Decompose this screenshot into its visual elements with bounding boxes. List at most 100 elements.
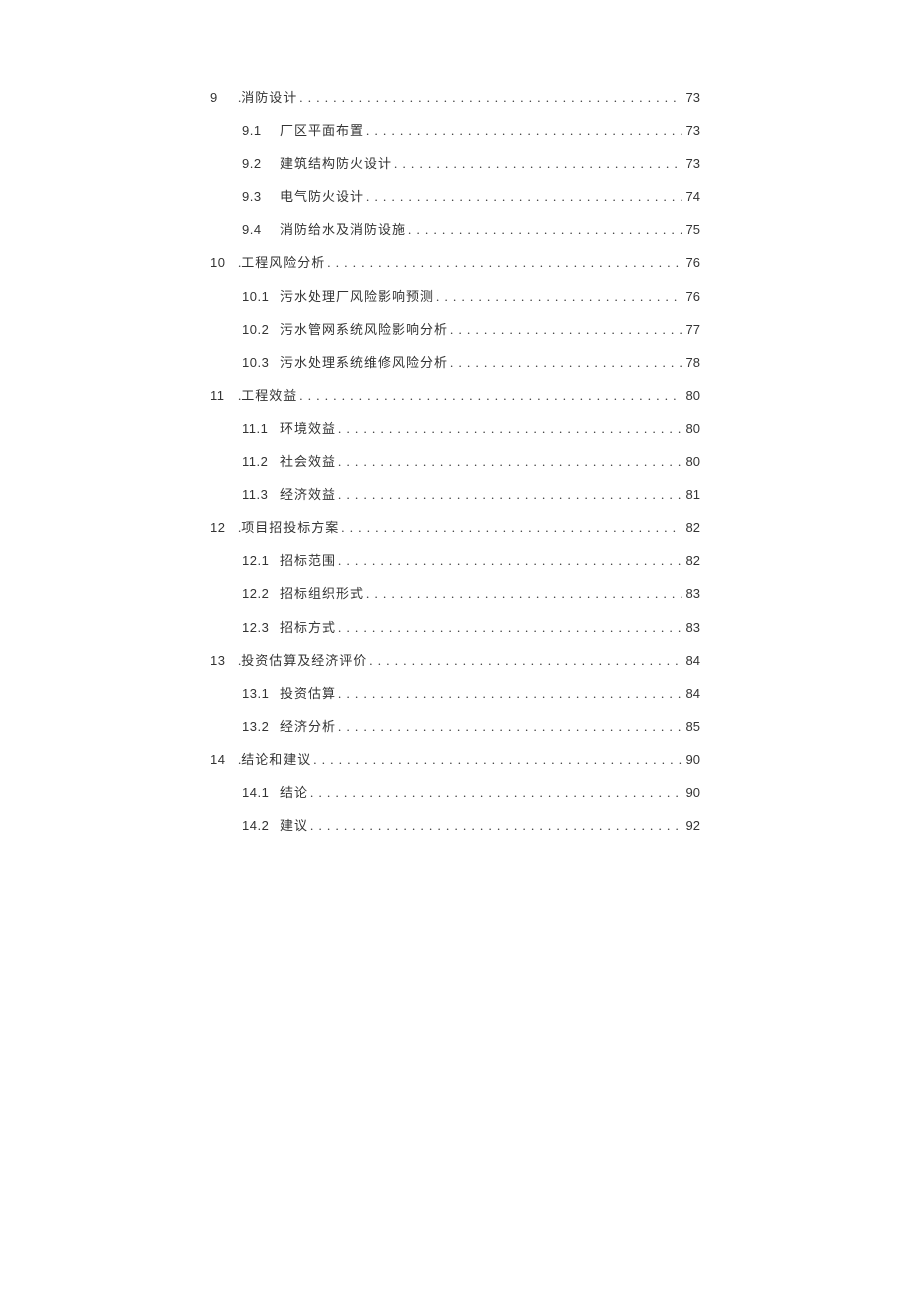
toc-leader-dots [336,421,682,437]
toc-entry-number: 11.3 [242,487,278,503]
toc-entry-title: 建筑结构防火设计 [278,156,392,172]
toc-entry-number: 10.2 [242,322,278,338]
toc-entry: 13.投资估算及经济评价84 [210,653,700,669]
toc-leader-dots [364,189,682,205]
toc-entry-title: 污水管网系统风险影响分析 [278,322,448,338]
toc-entry-page: 80 [682,421,700,437]
toc-entry-title: 建议 [278,818,308,834]
toc-entry-number: 12.2 [242,586,278,602]
toc-entry: 9.1厂区平面布置 73 [210,123,700,139]
toc-entry-page: 84 [682,686,700,702]
toc-entry: 13.1投资估算84 [210,686,700,702]
toc-entry-page: 76 [682,255,700,271]
toc-entry: 9.3电气防火设计74 [210,189,700,205]
toc-entry-page: 76 [682,289,700,305]
toc-entry: 11.1环境效益 80 [210,421,700,437]
toc-entry-page: 73 [682,156,700,172]
toc-leader-dots [434,289,682,305]
toc-entry: 10.工程风险分析76 [210,255,700,271]
toc-entry-page: 80 [682,388,700,404]
toc-entry-page: 90 [682,785,700,801]
toc-entry-number: 9.4 [242,222,278,238]
toc-entry-number: 10.1 [242,289,278,305]
toc-entry-page: 83 [682,620,700,636]
toc-entry: 10.2污水管网系统风险影响分析 77 [210,322,700,338]
toc-entry-page: 84 [682,653,700,669]
toc-entry: 11.工程效益80 [210,388,700,404]
toc-entry-page: 90 [682,752,700,768]
toc-entry-title: 污水处理系统维修风险分析 [278,355,448,371]
toc-leader-dots [448,355,682,371]
toc-entry-title: 结论和建议 [241,752,311,768]
toc-entry-number: 10 [210,255,238,271]
toc-entry-number: 11.1 [242,421,278,437]
toc-entry-title: 结论 [278,785,308,801]
toc-leader-dots [336,487,682,503]
toc-entry-number: 10.3 [242,355,278,371]
toc-leader-dots [311,752,681,768]
toc-entry: 14.1结论 90 [210,785,700,801]
toc-entry-title: 厂区平面布置 [278,123,364,139]
toc-entry: 11.2社会效益80 [210,454,700,470]
toc-entry: 12.1招标范围 82 [210,553,700,569]
toc-leader-dots [336,686,682,702]
toc-entry-number: 14 [210,752,238,768]
toc-entry-number: 12.3 [242,620,278,636]
toc-entry-number: 14.1 [242,785,278,801]
toc-entry-number: 11.2 [242,454,278,470]
toc-entry-title: 消防设计 [241,90,297,106]
toc-entry-number: 9.2 [242,156,278,172]
toc-entry: 10.3污水处理系统维修风险分析 78 [210,355,700,371]
toc-entry-title: 环境效益 [278,421,336,437]
toc-entry-title: 社会效益 [278,454,336,470]
toc-entry-page: 77 [682,322,700,338]
toc-entry-number: 12 [210,520,238,536]
toc-leader-dots [336,620,682,636]
toc-leader-dots [392,156,682,172]
toc-entry-page: 92 [682,818,700,834]
toc-entry-title: 项目招投标方案 [241,520,339,536]
toc-entry-number: 13.2 [242,719,278,735]
toc-leader-dots [297,90,681,106]
toc-leader-dots [364,586,682,602]
toc-entry: 11.3经济效益81 [210,487,700,503]
toc-entry-page: 85 [682,719,700,735]
toc-entry-number: 12.1 [242,553,278,569]
toc-entry-page: 78 [682,355,700,371]
toc-leader-dots [448,322,682,338]
toc-entry-page: 83 [682,586,700,602]
toc-leader-dots [297,388,681,404]
toc-entry-title: 污水处理厂风险影响预测 [278,289,434,305]
toc-entry: 12.2招标组织形式 83 [210,586,700,602]
toc-entry-title: 工程效益 [241,388,297,404]
toc-entry-number: 9 [210,90,238,106]
toc-entry-page: 82 [682,553,700,569]
toc-entry-number: 9.1 [242,123,278,139]
toc-entry-title: 经济分析 [278,719,336,735]
toc-leader-dots [308,818,682,834]
toc-entry: 14.2建议 92 [210,818,700,834]
toc-entry: 14.结论和建议90 [210,752,700,768]
toc-entry-title: 投资估算及经济评价 [241,653,367,669]
toc-leader-dots [336,719,682,735]
toc-leader-dots [364,123,682,139]
toc-entry-title: 经济效益 [278,487,336,503]
toc-entry-number: 9.3 [242,189,278,205]
toc-entry-title: 工程风险分析 [241,255,325,271]
toc-leader-dots [406,222,682,238]
toc-entry: 9.2建筑结构防火设计 73 [210,156,700,172]
toc-entry-title: 招标组织形式 [278,586,364,602]
toc-entry-title: 招标范围 [278,553,336,569]
toc-entry-number: 11 [210,388,238,404]
toc-entry-number: 13 [210,653,238,669]
toc-leader-dots [325,255,681,271]
toc-entry-title: 消防给水及消防设施 [278,222,406,238]
toc-entry-page: 73 [682,90,700,106]
toc-entry-page: 73 [682,123,700,139]
toc-entry-page: 82 [682,520,700,536]
toc-entry-title: 电气防火设计 [278,189,364,205]
toc-entry: 12.3招标方式 83 [210,620,700,636]
toc-entry-title: 招标方式 [278,620,336,636]
toc-entry-title: 投资估算 [278,686,336,702]
toc-entry-number: 14.2 [242,818,278,834]
